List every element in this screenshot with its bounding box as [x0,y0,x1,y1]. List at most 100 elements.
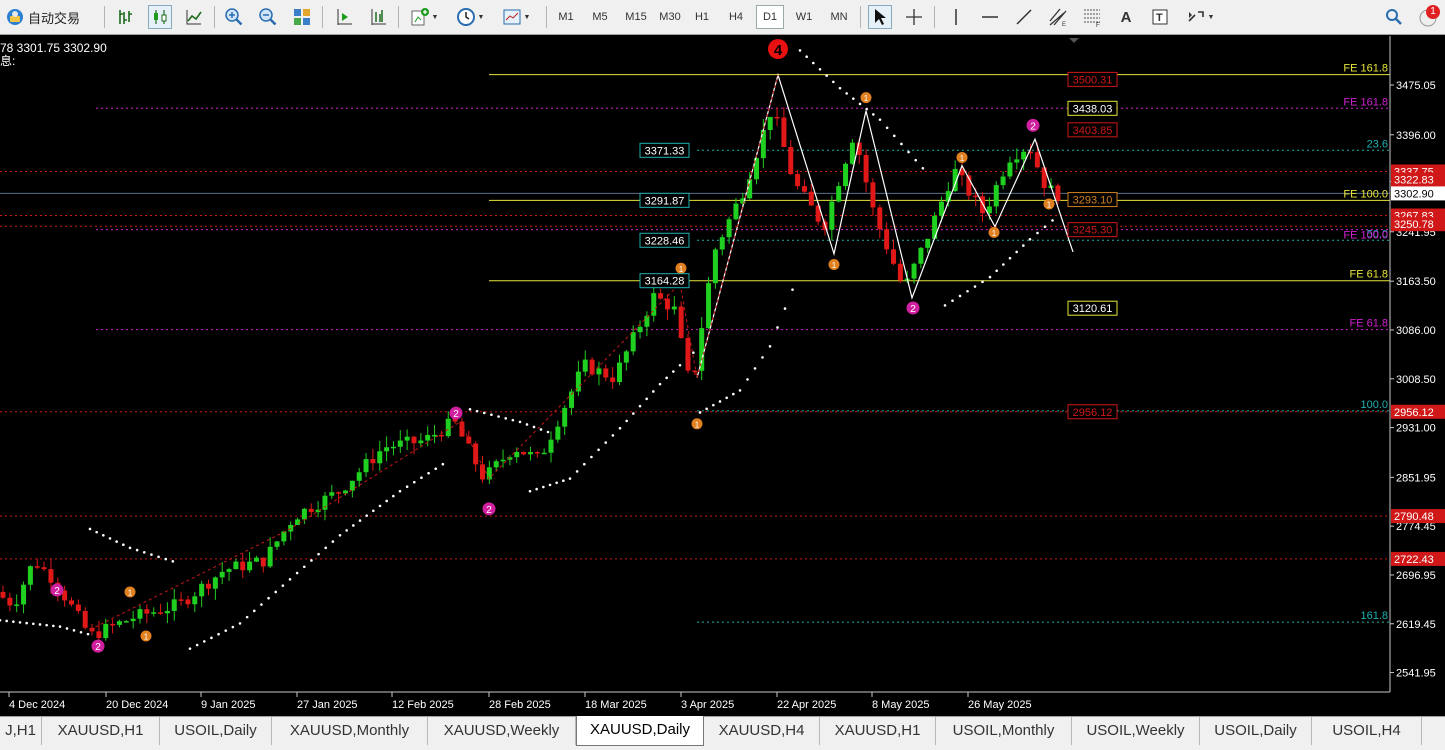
timeframe-mn[interactable]: MN [824,5,854,29]
candle-body [103,623,109,639]
tile-windows-button[interactable] [290,5,314,29]
arrows-button[interactable]: ▼ [1182,5,1218,29]
sar-dot [18,621,22,624]
line-chart-button[interactable] [182,5,206,29]
channel-button[interactable]: E [1046,5,1070,29]
sar-dot [1008,256,1012,260]
template-icon [503,9,521,25]
horizontal-line-button[interactable] [978,5,1002,29]
x-axis-label: 18 Mar 2025 [585,699,647,711]
timeframe-m1[interactable]: M1 [552,5,580,29]
zoom-out-button[interactable] [256,5,280,29]
wave-1-marker-label: 1 [695,420,700,429]
text-tool-button[interactable]: A [1114,5,1138,29]
sar-dot [352,524,355,527]
search-icon [1386,9,1402,25]
crosshair-button[interactable] [902,5,926,29]
timeframe-h4[interactable]: H4 [722,5,750,29]
sar-dot [345,529,348,532]
autotrade-button[interactable]: 自动交易 [6,5,98,29]
candle-body [555,426,561,440]
sar-dot [1015,250,1018,254]
wave-2-marker-label: 2 [54,586,60,597]
sar-dot [157,555,160,559]
dropdown-arrow-icon: ▼ [431,13,439,21]
templates-button[interactable]: ▼ [498,5,534,29]
timeframe-h1[interactable]: H1 [688,5,716,29]
main-toolbar: 自动交易 ▼ ▼ ▼ E F A T ▼ 1 M1 M5 M15 M30 H1 … [0,0,1445,35]
sar-dot [65,627,69,630]
y-axis-label: 2619.45 [1396,619,1436,631]
candle-body [671,306,677,310]
auto-scroll-button[interactable] [332,5,356,29]
zoom-in-button[interactable] [222,5,246,29]
candle-body [164,610,170,614]
wave-2-marker-label: 2 [95,642,101,653]
sar-dot [32,622,35,626]
indicators-button[interactable]: ▼ [406,5,442,29]
candlestick-button[interactable] [148,5,172,29]
sar-dot [475,409,479,413]
sar-dot [951,299,954,303]
sar-dot [943,304,947,307]
y-axis-label: 2851.95 [1396,472,1436,484]
sar-dot [798,49,802,52]
wave-1-marker-label: 1 [144,633,149,642]
x-axis-label: 27 Jan 2025 [297,699,358,711]
timeframe-m30[interactable]: M30 [654,5,686,29]
timeframe-m5[interactable]: M5 [586,5,614,29]
chart-tab[interactable]: J,H1 [0,717,42,745]
candle-body [918,247,924,264]
chart-tab[interactable]: XAUUSD,H1 [820,717,936,745]
sar-dot [295,571,299,575]
candle-body [767,116,773,130]
vertical-line-button[interactable] [944,5,968,29]
fibonacci-button[interactable]: F [1080,5,1104,29]
sar-dot [267,596,270,600]
cursor-tool-button[interactable] [868,5,892,29]
chart-tab[interactable]: XAUUSD,H1 [42,717,160,745]
timeframe-m15[interactable]: M15 [620,5,652,29]
sar-dot [907,150,910,154]
chart-tab[interactable]: XAUUSD,Weekly [428,717,576,745]
timeframe-d1[interactable]: D1 [756,5,784,29]
wave-1-marker-label: 1 [832,261,837,270]
autotrade-label: 自动交易 [28,10,81,26]
candle-body [548,439,554,453]
sar-dot [202,640,206,643]
bar-chart-button[interactable] [114,5,138,29]
chart-tab[interactable]: USOIL,Weekly [1072,717,1200,745]
chart-tab[interactable]: USOIL,Monthly [936,717,1072,745]
price-chart[interactable]: 2 2 2 2 2 2 1 1 1 1 1 1 1 1 1 3371.33 3291.87 3228.46 316… [0,36,1445,716]
sar-dot [122,543,125,547]
chart-tab[interactable]: XAUUSD,Monthly [272,717,428,745]
chart-tab[interactable]: USOIL,H4 [1312,717,1422,745]
candle-body [281,531,287,542]
sar-dot [490,413,493,417]
timeframe-w1[interactable]: W1 [790,5,818,29]
chart-tab[interactable]: USOIL,Daily [1200,717,1312,745]
level-box-label: 2956.12 [1073,407,1113,419]
candle-body [356,472,362,481]
chart-tab[interactable]: XAUUSD,H4 [704,717,820,745]
chart-tab[interactable]: XAUUSD,Daily [576,716,704,746]
sar-dot [427,471,430,475]
label-tool-button[interactable]: T [1148,5,1172,29]
trendline-icon [1016,9,1032,25]
notifications-button[interactable]: 1 [1416,5,1442,29]
fib-level-label: 100.0 [1360,399,1388,411]
chart-tab[interactable]: USOIL,Daily [160,717,272,745]
sar-dot [555,481,558,485]
sar-dot [611,434,615,437]
candle-body [788,146,794,175]
search-button[interactable] [1382,5,1406,29]
chart-shift-button[interactable] [366,5,390,29]
candle-body [390,446,396,449]
sar-dot [988,275,992,279]
periods-button[interactable]: ▼ [452,5,488,29]
candle-body [617,362,622,382]
notification-badge: 1 [1426,5,1440,19]
sar-dot [914,158,918,162]
y-axis-label: 2541.95 [1396,668,1436,680]
trendline-button[interactable] [1012,5,1036,29]
